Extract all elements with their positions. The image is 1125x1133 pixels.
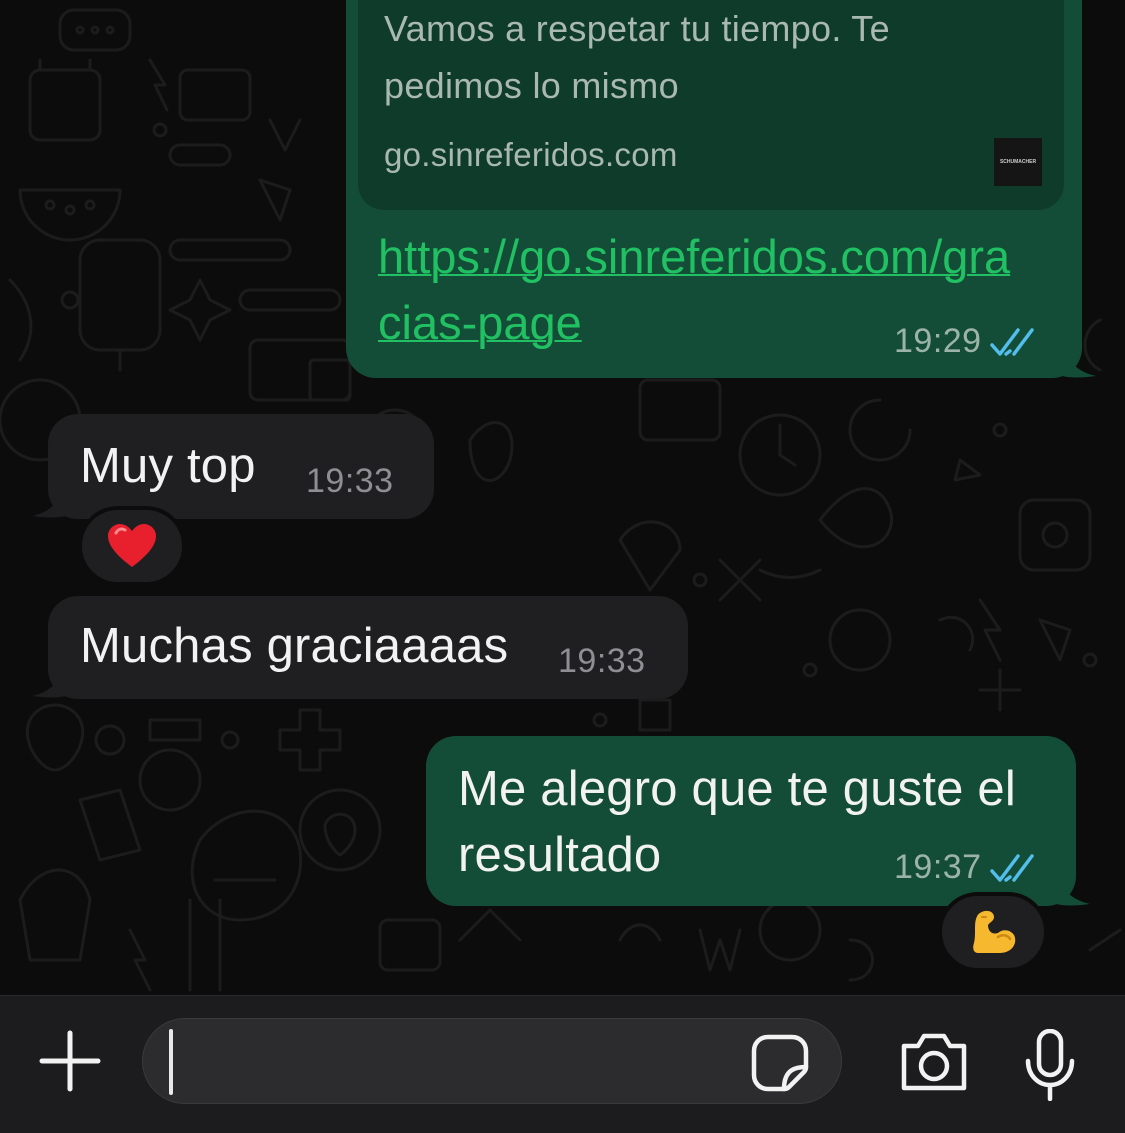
message-time: 19:33 xyxy=(306,462,394,500)
message-text: Muchas graciaaaas xyxy=(80,619,509,673)
bubble-tail xyxy=(1062,346,1096,378)
message-input[interactable] xyxy=(183,1019,723,1105)
outgoing-link-message[interactable]: Vamos a respetar tu tiempo. Te pedimos l… xyxy=(346,0,1082,378)
message-time: 19:29 xyxy=(894,322,982,360)
incoming-message[interactable]: Muchas graciaaaas 19:33 xyxy=(48,596,688,699)
link-preview-domain: go.sinreferidos.com xyxy=(384,136,678,173)
link-preview-card[interactable]: Vamos a respetar tu tiempo. Te pedimos l… xyxy=(358,0,1064,210)
sticker-button[interactable] xyxy=(748,1031,812,1095)
message-composer xyxy=(0,995,1125,1133)
text-caret xyxy=(169,1029,173,1095)
sticker-icon xyxy=(751,1034,809,1092)
heart-icon xyxy=(108,524,156,567)
outgoing-message[interactable]: Me alegro que te guste el resultado 19:3… xyxy=(426,736,1076,906)
camera-button[interactable] xyxy=(892,1024,976,1100)
chat-area[interactable]: Vamos a respetar tu tiempo. Te pedimos l… xyxy=(0,0,1125,995)
flexed-biceps-icon xyxy=(973,910,1016,953)
message-text: Muy top xyxy=(80,439,256,493)
message-meta: 19:33 xyxy=(306,462,394,501)
reaction-badge[interactable] xyxy=(78,506,186,586)
microphone-icon xyxy=(1025,1029,1075,1101)
message-time: 19:33 xyxy=(558,642,646,680)
microphone-button[interactable] xyxy=(1014,1020,1086,1110)
link-preview-thumbnail: SCHUMACHER xyxy=(994,138,1042,186)
camera-icon xyxy=(901,1033,967,1091)
message-time: 19:37 xyxy=(894,848,982,886)
plus-icon xyxy=(39,1030,101,1092)
double-check-icon xyxy=(989,853,1034,882)
double-check-icon xyxy=(989,327,1034,356)
incoming-message[interactable]: Muy top 19:33 xyxy=(48,414,434,519)
attach-button[interactable] xyxy=(30,1021,110,1101)
chat-screen: Vamos a respetar tu tiempo. Te pedimos l… xyxy=(0,0,1125,1133)
message-meta: 19:37 xyxy=(894,848,1036,887)
link-preview-description: Vamos a respetar tu tiempo. Te pedimos l… xyxy=(384,8,890,106)
message-meta: 19:29 xyxy=(894,322,1036,361)
thumbnail-logo-text: SCHUMACHER xyxy=(999,159,1037,165)
message-meta: 19:33 xyxy=(558,642,646,681)
reaction-badge[interactable] xyxy=(938,892,1048,972)
message-input-field[interactable] xyxy=(142,1018,842,1105)
